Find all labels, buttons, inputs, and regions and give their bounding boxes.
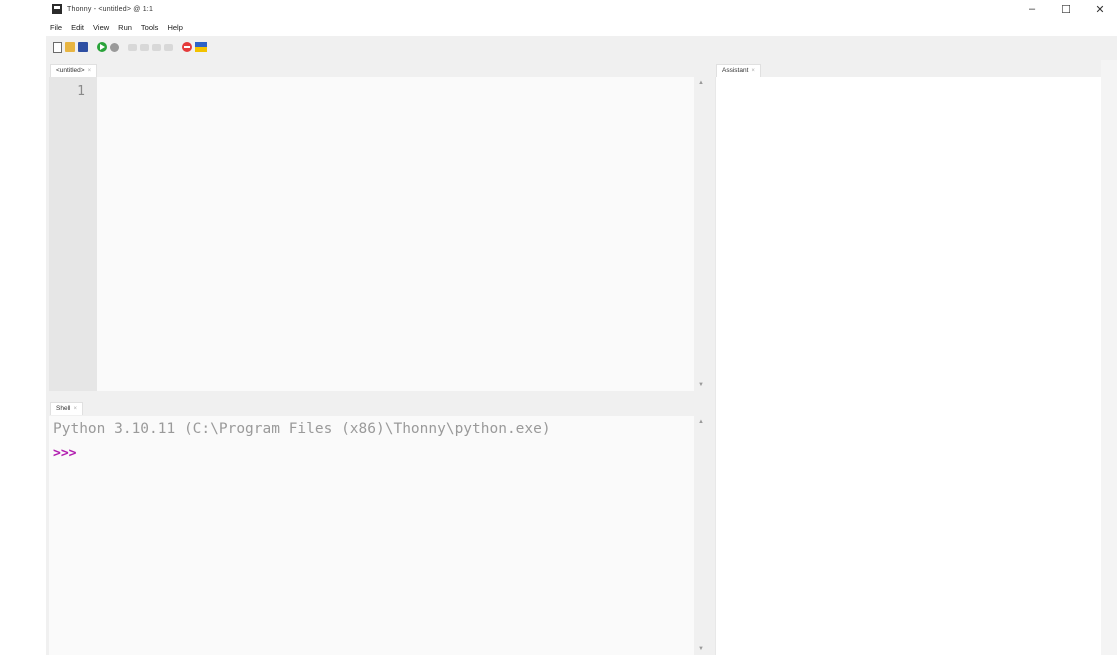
code-editor[interactable]: 1 [49,77,694,391]
scroll-down-icon[interactable]: ▼ [694,379,708,391]
ukraine-flag-icon[interactable] [195,42,207,52]
tab-label: Shell [56,405,71,412]
window-controls: – ☐ ✕ [1015,0,1117,18]
line-number-gutter: 1 [49,77,97,391]
shell-prompt: >>> [53,446,77,461]
toolbar [46,36,1117,58]
tab-close-icon[interactable]: × [751,65,755,77]
tab-close-icon[interactable]: × [73,403,77,415]
tab-assistant[interactable]: Assistant × [716,64,761,77]
vertical-sash[interactable] [708,60,715,655]
shell-scrollbar[interactable]: ▲ ▼ [694,416,708,655]
thonny-window: Thonny - <untitled> @ 1:1 – ☐ ✕ File Edi… [0,0,1117,655]
thonny-app-icon [52,4,62,14]
shell-pane[interactable]: Python 3.10.11 (C:\Program Files (x86)\T… [49,416,694,655]
stop-icon[interactable] [182,42,192,52]
debug-icon[interactable] [110,42,119,52]
menu-file[interactable]: File [46,23,67,32]
step-over-icon[interactable] [128,43,137,51]
title-bar: Thonny - <untitled> @ 1:1 – ☐ ✕ [46,0,1117,18]
menu-tools[interactable]: Tools [137,23,164,32]
python-version-banner: Python 3.10.11 (C:\Program Files (x86)\T… [53,421,551,437]
editor-tab-row: <untitled> × [50,61,98,77]
save-icon[interactable] [78,42,88,52]
assistant-scrollbar[interactable] [1101,60,1117,655]
menu-edit[interactable]: Edit [67,23,89,32]
open-file-icon[interactable] [65,42,75,52]
run-icon[interactable] [97,42,107,52]
new-file-icon[interactable] [53,41,62,53]
window-title: Thonny - <untitled> @ 1:1 [67,5,154,13]
scroll-up-icon[interactable]: ▲ [694,77,708,89]
line-number: 1 [77,84,85,99]
screen-background [0,0,46,655]
shell-tab-row: Shell × [50,399,83,415]
resume-icon[interactable] [164,43,173,51]
tab-untitled[interactable]: <untitled> × [50,64,98,77]
step-out-icon[interactable] [152,43,161,51]
pane-divider[interactable] [46,391,710,399]
assistant-tab-row: Assistant × [716,61,761,77]
step-into-icon[interactable] [140,43,149,51]
menu-run[interactable]: Run [114,23,137,32]
assistant-pane [715,77,1102,655]
menu-help[interactable]: Help [163,23,187,32]
editor-scrollbar[interactable]: ▲ ▼ [694,77,708,391]
tab-label: <untitled> [56,67,85,74]
scroll-up-icon[interactable]: ▲ [694,416,708,428]
minimize-button[interactable]: – [1015,0,1049,18]
maximize-button[interactable]: ☐ [1049,0,1083,18]
close-button[interactable]: ✕ [1083,0,1117,18]
tab-close-icon[interactable]: × [88,65,92,77]
menu-bar: File Edit View Run Tools Help [46,18,1117,36]
menu-view[interactable]: View [89,23,114,32]
scroll-down-icon[interactable]: ▼ [694,643,708,655]
tab-shell[interactable]: Shell × [50,402,83,415]
tab-label: Assistant [722,67,749,74]
